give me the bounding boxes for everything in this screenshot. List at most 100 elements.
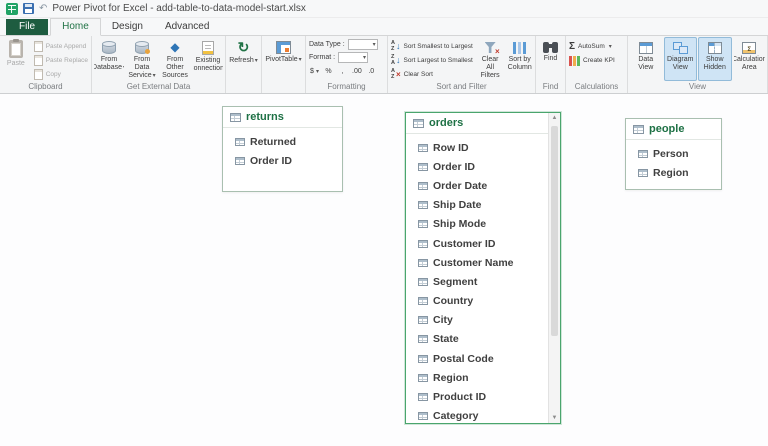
field-row[interactable]: Segment	[406, 272, 547, 291]
field-list: Person Region	[626, 140, 721, 182]
field-row[interactable]: Ship Mode	[406, 215, 547, 234]
field-icon	[638, 169, 648, 177]
field-row[interactable]: Region	[626, 163, 721, 182]
scroll-down-button[interactable]: ▼	[552, 414, 558, 422]
dropdown-arrow-icon: ▾	[609, 43, 612, 50]
clear-sort-button[interactable]: AZ× Clear Sort	[389, 68, 475, 81]
sort-by-column-button[interactable]: Sort by Column	[505, 37, 534, 81]
sort-largest-to-smallest-button[interactable]: ZA↓ Sort Largest to Smallest	[389, 54, 475, 67]
undo-icon[interactable]: ↶	[39, 4, 47, 14]
refresh-button[interactable]: ↻ Refresh▾	[227, 37, 260, 81]
table-card-returns[interactable]: returns Returned Order ID	[222, 106, 343, 192]
field-row[interactable]: Category	[406, 407, 547, 426]
data-service-icon	[135, 42, 149, 54]
table-card-orders[interactable]: orders Row ID Order ID Order DateShip Date S…	[405, 112, 561, 424]
field-row[interactable]: Order ID	[223, 151, 342, 170]
field-row[interactable]: Order Date	[406, 176, 547, 195]
paste-replace-button[interactable]: Paste Replace	[32, 54, 90, 67]
decrease-decimal-button[interactable]: .0	[366, 65, 377, 77]
data-type-dropdown[interactable]: ▾	[348, 39, 378, 50]
currency-format-button[interactable]: $▾	[309, 65, 320, 77]
from-other-sources-button[interactable]: ◆ From Other Sources	[159, 37, 191, 81]
increase-decimal-button[interactable]: .00	[351, 65, 363, 77]
group-label-formatting: Formatting	[306, 81, 387, 93]
field-icon	[418, 240, 428, 248]
refresh-icon: ↻	[238, 40, 250, 55]
field-row[interactable]: Customer ID	[406, 234, 547, 253]
diagram-view-button[interactable]: Diagram View	[664, 37, 698, 81]
field-row[interactable]: Returned	[223, 132, 342, 151]
diagram-canvas[interactable]: returns Returned Order ID orders Row ID Order…	[0, 94, 768, 446]
clear-filters-icon: ×	[484, 42, 497, 54]
field-row[interactable]: Region	[406, 368, 547, 387]
scroll-thumb[interactable]	[551, 126, 558, 336]
field-row[interactable]: Postal Code	[406, 349, 547, 368]
table-header[interactable]: people	[626, 119, 721, 140]
pivottable-icon	[276, 41, 291, 54]
field-row[interactable]: Ship Date	[406, 196, 547, 215]
table-scrollbar[interactable]: ▲▼	[548, 113, 560, 423]
table-card-people[interactable]: people Person Region	[625, 118, 722, 190]
field-row[interactable]: Country	[406, 292, 547, 311]
data-type-label: Data Type :	[309, 41, 345, 48]
table-name: people	[649, 123, 684, 135]
calculation-area-button[interactable]: Σ Calculation Area	[733, 37, 767, 81]
data-view-button[interactable]: Data View	[629, 37, 663, 81]
thousands-separator-button[interactable]: ,	[337, 65, 348, 77]
field-icon	[235, 157, 245, 165]
find-button[interactable]: Find	[537, 37, 564, 81]
create-kpi-button[interactable]: Create KPI	[567, 54, 617, 67]
tab-design[interactable]: Design	[101, 19, 154, 35]
autosum-button[interactable]: Σ AutoSum ▾	[567, 40, 617, 53]
field-row[interactable]: Row ID	[406, 138, 547, 157]
field-icon	[418, 201, 428, 209]
percent-format-button[interactable]: %	[323, 65, 334, 77]
group-label-get-external-data: Get External Data	[92, 81, 225, 93]
from-database-button[interactable]: From Database▾	[93, 37, 125, 81]
field-row[interactable]: City	[406, 311, 547, 330]
calculation-area-icon: Σ	[742, 42, 756, 54]
field-row[interactable]: Customer Name	[406, 253, 547, 272]
table-icon	[413, 119, 424, 128]
from-data-service-button[interactable]: From Data Service▾	[126, 37, 158, 81]
tab-file[interactable]: File	[6, 19, 48, 35]
group-label-refresh	[226, 81, 261, 93]
field-name: Order ID	[250, 155, 292, 167]
group-label-sort-filter: Sort and Filter	[388, 81, 535, 93]
field-icon	[638, 150, 648, 158]
field-icon	[418, 335, 428, 343]
field-list: Row ID Order ID Order DateShip Date Ship Mo…	[406, 134, 547, 426]
tab-advanced[interactable]: Advanced	[154, 19, 220, 35]
dropdown-arrow-icon: ▾	[316, 68, 319, 75]
field-name: Ship Mode	[433, 218, 486, 230]
group-get-external-data: From Database▾ From Data Service▾ ◆ From…	[92, 36, 226, 93]
field-name: Person	[653, 148, 689, 160]
ribbon: Paste Paste Append Paste Replace Copy Cl…	[0, 36, 768, 94]
scroll-up-button[interactable]: ▲	[552, 114, 558, 122]
titlebar: ↶ Power Pivot for Excel - add-table-to-d…	[0, 0, 768, 18]
group-clipboard: Paste Paste Append Paste Replace Copy Cl…	[0, 36, 92, 93]
existing-connections-button[interactable]: Existing Connections	[192, 37, 224, 81]
paste-button[interactable]: Paste	[1, 37, 31, 81]
pivottable-button[interactable]: PivotTable▾	[263, 37, 304, 81]
show-hidden-button[interactable]: Show Hidden	[698, 37, 732, 81]
field-row[interactable]: Order ID	[406, 157, 547, 176]
field-row[interactable]: Product ID	[406, 387, 547, 406]
tab-home[interactable]: Home	[50, 18, 101, 36]
clear-all-filters-button[interactable]: × Clear All Filters	[476, 37, 505, 81]
paste-append-button[interactable]: Paste Append	[32, 40, 90, 53]
save-icon[interactable]	[23, 3, 34, 14]
sort-smallest-to-largest-button[interactable]: AZ↓ Sort Smallest to Largest	[389, 40, 475, 53]
copy-button[interactable]: Copy	[32, 68, 90, 81]
field-icon	[418, 393, 428, 401]
dropdown-arrow-icon: ▾	[123, 65, 125, 71]
format-dropdown[interactable]: ▾	[338, 52, 368, 63]
field-row[interactable]: State	[406, 330, 547, 349]
ribbon-tabs: File Home Design Advanced	[0, 18, 768, 36]
field-row[interactable]: Person	[626, 144, 721, 163]
from-data-service-label: From Data Service▾	[128, 56, 156, 80]
table-header[interactable]: orders	[406, 113, 560, 134]
field-icon	[235, 138, 245, 146]
table-header[interactable]: returns	[223, 107, 342, 128]
field-name: Order ID	[433, 161, 475, 173]
